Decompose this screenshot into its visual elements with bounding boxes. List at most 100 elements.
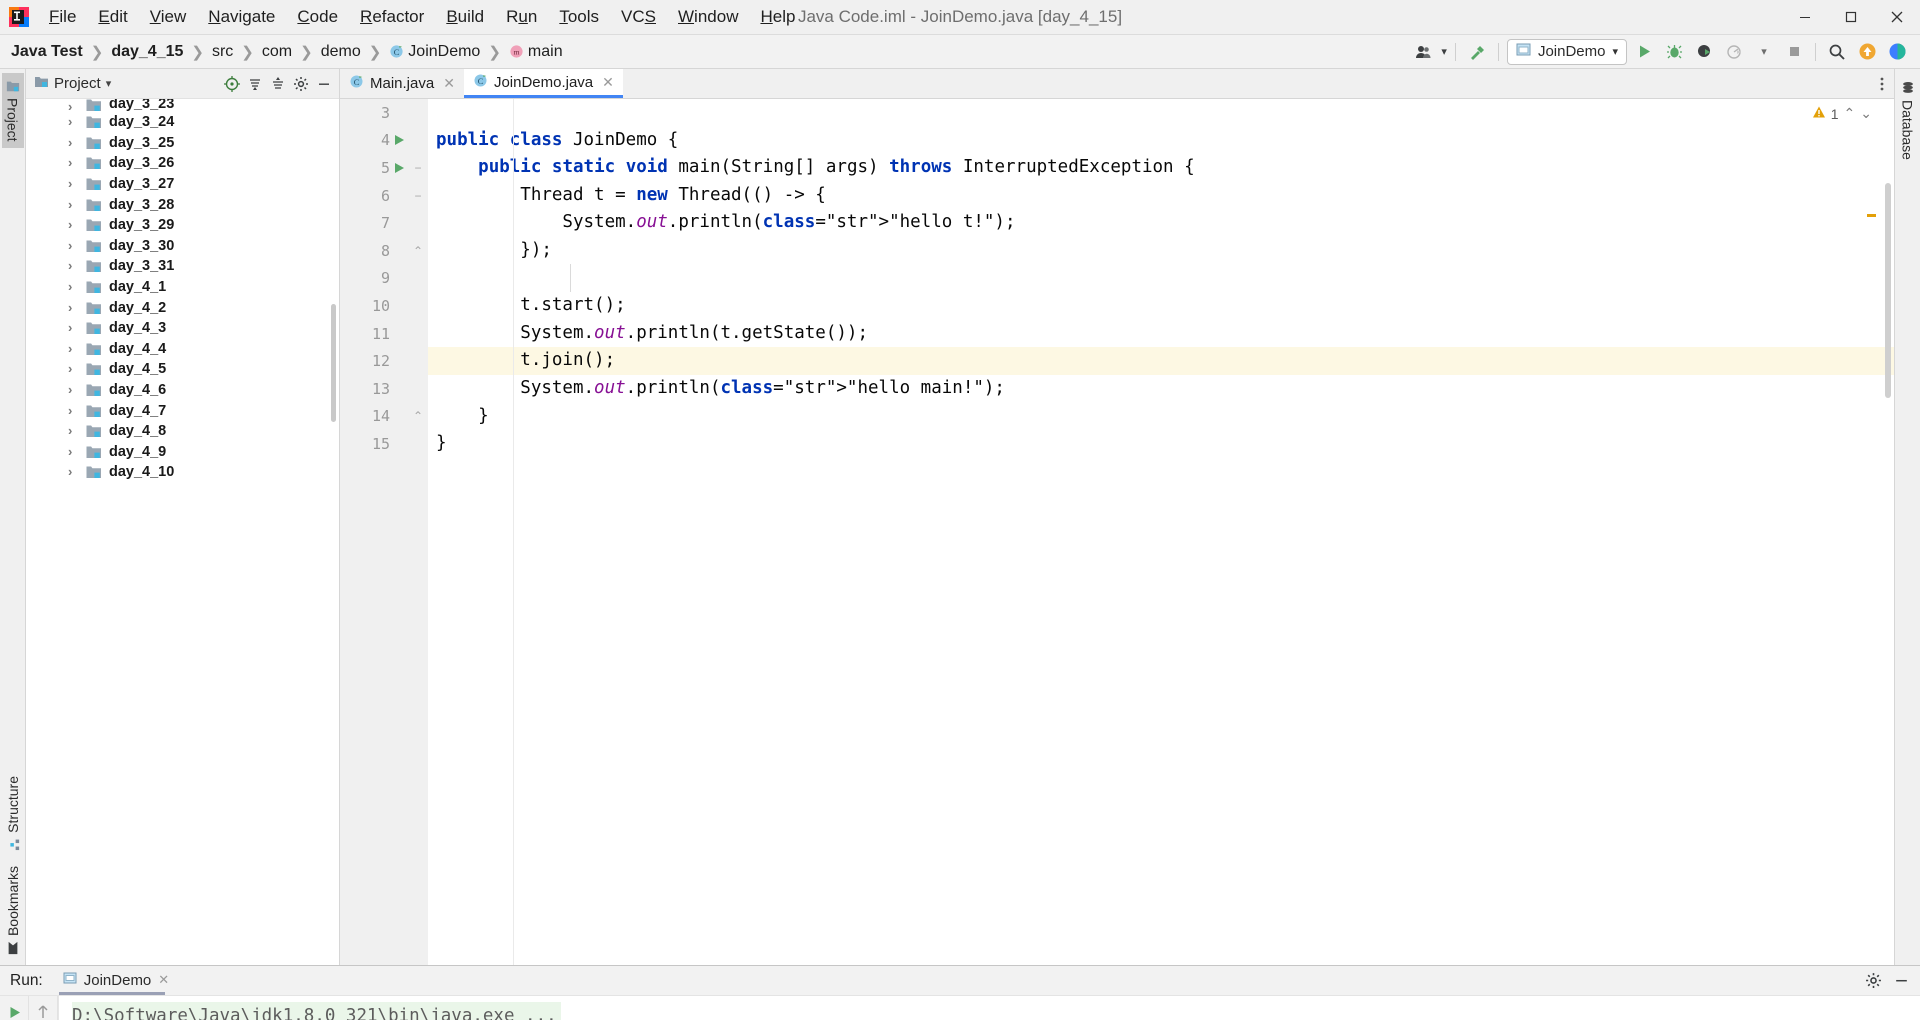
- project-tree-scrollbar[interactable]: [331, 304, 336, 422]
- chevron-right-icon[interactable]: ›: [68, 259, 78, 272]
- run-configuration-selector[interactable]: JoinDemo ▾: [1506, 38, 1627, 65]
- chevron-right-icon[interactable]: ›: [68, 404, 78, 417]
- gutter-line-11[interactable]: 11: [340, 320, 428, 348]
- breadcrumb-item-joindemo[interactable]: C JoinDemo: [384, 41, 485, 63]
- code-line-6[interactable]: Thread t = new Thread(() -> {: [428, 182, 1894, 210]
- chevron-right-icon[interactable]: ›: [68, 383, 78, 396]
- minus-icon[interactable]: [313, 73, 335, 95]
- breadcrumb-item-demo[interactable]: demo: [316, 41, 366, 63]
- chevron-right-icon[interactable]: ›: [68, 177, 78, 190]
- right-rail-group[interactable]: Database: [1897, 75, 1919, 166]
- rail-tab-database[interactable]: Database: [1897, 75, 1919, 166]
- menu-item-tools[interactable]: Tools: [548, 3, 610, 31]
- accounts-caret-icon[interactable]: ▾: [1441, 45, 1447, 58]
- run-console[interactable]: D:\Software\Java\jdk1.8.0_321\bin\java.e…: [58, 996, 1920, 1020]
- chevron-right-icon[interactable]: ›: [68, 136, 78, 149]
- inspections-widget[interactable]: 1 ⌃ ⌄: [1812, 105, 1872, 122]
- run-tab-joindemo[interactable]: JoinDemo ✕: [57, 967, 175, 995]
- chevron-right-icon[interactable]: ›: [68, 342, 78, 355]
- chevron-right-icon[interactable]: ›: [68, 156, 78, 169]
- tree-item-day_4_7[interactable]: › day_4_7: [26, 400, 339, 421]
- editor-scrollbar[interactable]: [1885, 183, 1891, 398]
- target-icon[interactable]: [221, 73, 243, 95]
- tree-item-day_4_9[interactable]: › day_4_9: [26, 442, 339, 463]
- breadcrumb-item-src[interactable]: src: [207, 41, 238, 63]
- tree-item-day_4_1[interactable]: › day_4_1: [26, 277, 339, 298]
- code-line-10[interactable]: t.start();: [428, 292, 1894, 320]
- chevron-right-icon[interactable]: ›: [68, 301, 78, 314]
- chevron-right-icon[interactable]: ›: [68, 239, 78, 252]
- run-gutter-icon[interactable]: [390, 162, 408, 174]
- gutter-line-15[interactable]: 15: [340, 430, 428, 458]
- maximize-button[interactable]: [1828, 0, 1874, 34]
- run-with-coverage-button[interactable]: [1691, 39, 1717, 65]
- collapse-all-icon[interactable]: [267, 73, 289, 95]
- chevron-right-icon[interactable]: ›: [68, 362, 78, 375]
- menu-bar[interactable]: File Edit View Navigate Code Refactor Build Run…: [38, 3, 806, 31]
- chevron-right-icon[interactable]: ›: [68, 218, 78, 231]
- code-line-9[interactable]: [428, 265, 1894, 293]
- chevron-right-icon[interactable]: ›: [68, 115, 78, 128]
- chevron-right-icon[interactable]: ›: [68, 198, 78, 211]
- gear-icon[interactable]: [290, 73, 312, 95]
- tree-item-day_3_27[interactable]: › day_3_27: [26, 174, 339, 195]
- hammer-icon[interactable]: [1464, 39, 1490, 65]
- project-tree[interactable]: › day_3_23 › day_3_24 › day_3_25 › day_3_26 › day…: [26, 99, 339, 965]
- code-line-7[interactable]: System.out.println(class="str">"hello t!…: [428, 209, 1894, 237]
- tree-item-day_4_4[interactable]: › day_4_4: [26, 339, 339, 360]
- menu-item-run[interactable]: Run: [495, 3, 548, 31]
- profiler-button[interactable]: [1721, 39, 1747, 65]
- rail-tab-bookmarks[interactable]: Bookmarks: [2, 860, 24, 961]
- gear-icon[interactable]: [1862, 970, 1884, 992]
- tree-item-day_4_3[interactable]: › day_4_3: [26, 318, 339, 339]
- left-rail-bottom-group[interactable]: Structure Bookmarks: [2, 770, 24, 961]
- breadcrumb-item-com[interactable]: com: [257, 41, 297, 63]
- debug-button[interactable]: [1661, 39, 1687, 65]
- tree-item-day_4_8[interactable]: › day_4_8: [26, 421, 339, 442]
- menu-item-file[interactable]: File: [38, 3, 87, 31]
- arrow-up-icon[interactable]: [33, 1002, 53, 1020]
- prev-problem-icon[interactable]: ⌃: [1844, 105, 1856, 122]
- gutter-line-3[interactable]: 3: [340, 99, 428, 127]
- tree-item-day_3_26[interactable]: › day_3_26: [26, 153, 339, 174]
- gutter-line-7[interactable]: 7: [340, 209, 428, 237]
- code-line-13[interactable]: System.out.println(class="str">"hello ma…: [428, 375, 1894, 403]
- gutter-line-10[interactable]: 10: [340, 292, 428, 320]
- tree-item-day_3_28[interactable]: › day_3_28: [26, 194, 339, 215]
- tree-item-day_4_2[interactable]: › day_4_2: [26, 297, 339, 318]
- code-line-3[interactable]: [428, 99, 1894, 127]
- menu-item-edit[interactable]: Edit: [87, 3, 138, 31]
- fold-marker[interactable]: −: [408, 189, 428, 203]
- breadcrumb[interactable]: Java Test ❯ day_4_15 ❯ src ❯ com ❯ demo ❯ C JoinDem…: [6, 41, 568, 63]
- update-project-button[interactable]: [1854, 39, 1880, 65]
- tree-item-day_4_5[interactable]: › day_4_5: [26, 359, 339, 380]
- menu-item-code[interactable]: Code: [286, 3, 349, 31]
- menu-item-help[interactable]: Help: [749, 3, 806, 31]
- gutter-line-12[interactable]: 12: [340, 347, 428, 375]
- breadcrumb-item-java-test[interactable]: Java Test: [6, 41, 88, 63]
- menu-item-navigate[interactable]: Navigate: [197, 3, 286, 31]
- rail-tab-project[interactable]: Project: [1, 73, 24, 148]
- breadcrumb-item-day-4-15[interactable]: day_4_15: [106, 41, 188, 63]
- menu-item-window[interactable]: Window: [667, 3, 749, 31]
- close-icon[interactable]: ✕: [602, 74, 614, 91]
- gutter-line-6[interactable]: 6−: [340, 182, 428, 210]
- chevron-right-icon[interactable]: ›: [68, 424, 78, 437]
- chevron-right-icon[interactable]: ›: [68, 445, 78, 458]
- menu-item-vcs[interactable]: VCS: [610, 3, 667, 31]
- code-line-15[interactable]: }: [428, 430, 1894, 458]
- tree-item-day_4_10[interactable]: › day_4_10: [26, 462, 339, 483]
- chevron-right-icon[interactable]: ›: [68, 280, 78, 293]
- gutter-line-13[interactable]: 13: [340, 375, 428, 403]
- breadcrumb-item-main[interactable]: m main: [504, 41, 568, 63]
- code-line-8[interactable]: });: [428, 237, 1894, 265]
- gutter-line-8[interactable]: 8 ⌃: [340, 237, 428, 265]
- code-text[interactable]: public class JoinDemo { public static vo…: [428, 99, 1894, 965]
- code-line-14[interactable]: }: [428, 403, 1894, 431]
- profiler-dropdown[interactable]: ▾: [1751, 39, 1777, 65]
- tree-item-day_3_30[interactable]: › day_3_30: [26, 236, 339, 257]
- code-editor[interactable]: 3 4 5−6−7 8 ⌃ 9 10 11 12 13 14 ⌃ 15 public class Joi…: [340, 99, 1894, 965]
- code-line-11[interactable]: System.out.println(t.getState());: [428, 320, 1894, 348]
- chevron-right-icon[interactable]: ›: [68, 100, 78, 112]
- menu-item-view[interactable]: View: [139, 3, 198, 31]
